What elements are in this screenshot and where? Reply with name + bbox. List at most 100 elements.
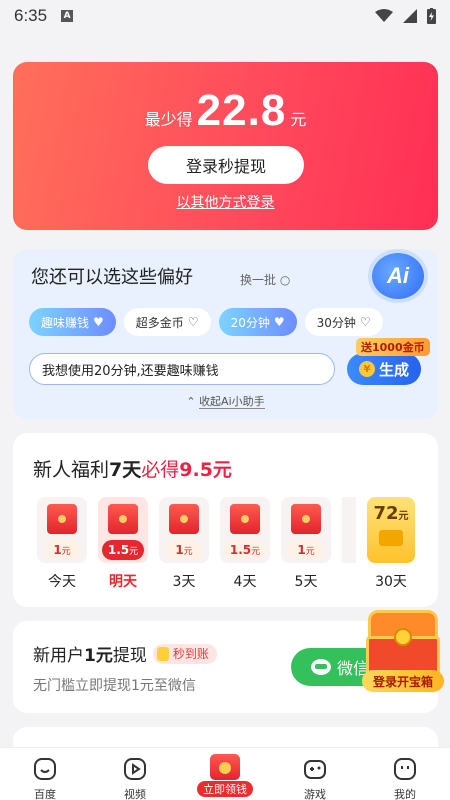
day-label: 3天 <box>172 574 196 590</box>
instant-arrival-badge: 秒到账 <box>152 643 217 664</box>
nav-item-video[interactable]: 视频 <box>100 748 170 800</box>
login-withdraw-button[interactable]: 登录秒提现 <box>148 146 304 184</box>
amount-unit: 元 <box>251 546 261 557</box>
hero-amount-row: 最少得 22.8 元 <box>13 86 438 136</box>
reward-amount: 1元 <box>288 540 324 560</box>
gamepad-icon <box>304 760 326 779</box>
day-label: 5天 <box>294 574 318 590</box>
nav-label: 游戏 <box>304 788 326 800</box>
heart-outline-icon: ♡ <box>187 315 199 329</box>
reward-box: 1.5 元 <box>220 497 270 563</box>
cash-icon <box>379 530 403 546</box>
chip-label: 超多金币 <box>135 315 184 330</box>
day-reward-tomorrow[interactable]: 1.5 元 明天 <box>98 497 148 591</box>
newbie-title: 新人福利7天必得9.5元 <box>33 455 232 482</box>
ai-assistant-icon[interactable]: Ai <box>372 253 424 299</box>
day-reward-5[interactable]: 1元 5天 <box>281 497 331 591</box>
amount-unit: 元 <box>183 546 193 557</box>
nav-item-baidu[interactable]: 百度 <box>10 748 80 800</box>
red-envelope-icon <box>291 504 321 534</box>
chip-20-minutes[interactable]: 20分钟 ♥ <box>218 308 297 336</box>
newbie-welfare-card: 新人福利7天必得9.5元 1元 今天 1.5 元 明天 1元 3天 1.5 元 … <box>13 433 438 607</box>
wifi-icon <box>375 9 393 22</box>
nav-center-label: 立即领钱 <box>197 781 253 797</box>
chip-label: 30分钟 <box>316 315 356 330</box>
nav-label: 百度 <box>34 788 56 800</box>
big-reward-amount: 72元 <box>373 503 408 524</box>
amount-value: 1 <box>175 543 184 557</box>
wechat-icon <box>311 659 331 675</box>
hero-suffix: 元 <box>290 110 307 129</box>
treasure-chest-widget[interactable]: 登录开宝箱 <box>362 606 444 694</box>
red-envelope-icon <box>47 504 77 534</box>
hero-amount: 22.8 <box>196 86 287 135</box>
amount-value: 1 <box>297 543 306 557</box>
day-rewards: 1元 今天 1.5 元 明天 1元 3天 1.5 元 4天 1 元 5天 72元… <box>37 497 415 591</box>
withdraw-subtitle: 无门槛立即提现1元至微信 <box>33 678 196 694</box>
lightning-icon <box>156 646 169 661</box>
generate-button[interactable]: ¥ 生成 <box>347 353 421 385</box>
video-play-icon <box>124 758 146 780</box>
hero-prefix: 最少得 <box>144 110 193 129</box>
reward-amount: 1.5 元 <box>101 540 145 560</box>
amount-unit: 元 <box>61 546 71 557</box>
day-reward-today[interactable]: 1元 今天 <box>37 497 87 591</box>
day-reward-4[interactable]: 1.5 元 4天 <box>220 497 270 591</box>
day-label: 明天 <box>109 574 137 590</box>
big-amount-unit: 元 <box>398 511 409 522</box>
refresh-label: 换一批 <box>240 273 277 287</box>
red-envelope-icon <box>169 504 199 534</box>
badge-label: 秒到账 <box>172 647 209 661</box>
chip-label: 20分钟 <box>230 315 270 330</box>
bonus-coins-tag: 送1000金币 <box>356 338 430 356</box>
amount-value: 1.5 <box>229 543 252 557</box>
withdraw-title-bold: 1元 <box>84 646 113 666</box>
chest-lock-icon <box>394 628 412 646</box>
treasure-label: 登录开宝箱 <box>362 670 444 692</box>
day-reward-30[interactable]: 72元 30天 <box>367 497 415 591</box>
withdraw-title-suffix: 提现 <box>112 646 147 666</box>
refresh-batch-button[interactable]: 换一批 ○ <box>240 271 290 288</box>
heart-icon: ♥ <box>273 315 285 329</box>
preference-input[interactable]: 我想使用20分钟,还要趣味赚钱 <box>29 353 335 385</box>
day-label: 4天 <box>233 574 257 590</box>
red-envelope-icon <box>108 504 138 534</box>
nav-item-mine[interactable]: 我的 <box>370 748 440 800</box>
other-login-link[interactable]: 以其他方式登录 <box>13 192 438 212</box>
reward-box: 1元 <box>281 497 331 563</box>
reward-box: 1元 <box>159 497 209 563</box>
nav-item-get-money[interactable]: 立即领钱 <box>190 748 260 797</box>
chip-30-minutes[interactable]: 30分钟 ♡ <box>304 308 383 336</box>
newbie-title-prefix: 新人福利 <box>33 459 110 481</box>
nav-item-games[interactable]: 游戏 <box>280 748 350 800</box>
ai-title: 您还可以选这些偏好 <box>31 267 193 288</box>
withdraw-title: 新用户1元提现 秒到账 <box>33 641 217 666</box>
red-envelope-icon <box>230 504 260 534</box>
big-amount-value: 72 <box>373 503 399 524</box>
chip-fun-earning[interactable]: 趣味赚钱 ♥ <box>29 308 116 336</box>
gold-reward-box: 72元 <box>367 497 415 563</box>
collapse-ai-assistant[interactable]: ⌃ 收起Ai小助手 <box>13 393 438 409</box>
signal-icon <box>403 9 417 23</box>
newbie-title-must: 必得 <box>141 459 180 481</box>
status-icons <box>375 8 436 24</box>
heart-outline-icon: ♡ <box>359 315 371 329</box>
home-smile-icon <box>34 758 56 780</box>
day-label: 今天 <box>48 574 76 590</box>
amount-unit: 元 <box>129 546 139 557</box>
withdraw-title-text: 新用户1元提现 <box>33 641 147 666</box>
ai-preference-card: 您还可以选这些偏好 换一批 ○ Ai 趣味赚钱 ♥ 超多金币 ♡ 20分钟 ♥ … <box>13 249 438 419</box>
nav-label: 我的 <box>394 788 416 800</box>
reward-box <box>342 497 356 563</box>
coin-icon: ¥ <box>358 361 375 377</box>
status-bar: 6:35 A <box>0 0 450 32</box>
bottom-nav: 百度 视频 立即领钱 游戏 我的 <box>0 747 450 800</box>
reward-box: 1元 <box>37 497 87 563</box>
day-reward-3[interactable]: 1元 3天 <box>159 497 209 591</box>
chip-many-coins[interactable]: 超多金币 ♡ <box>123 308 211 336</box>
withdraw-title-prefix: 新用户 <box>33 646 84 666</box>
collapse-label: 收起Ai小助手 <box>199 395 265 409</box>
hero-card: 最少得 22.8 元 登录秒提现 以其他方式登录 <box>13 62 438 230</box>
heart-icon: ♥ <box>93 315 104 329</box>
chevron-up-icon: ⌃ <box>186 395 196 408</box>
